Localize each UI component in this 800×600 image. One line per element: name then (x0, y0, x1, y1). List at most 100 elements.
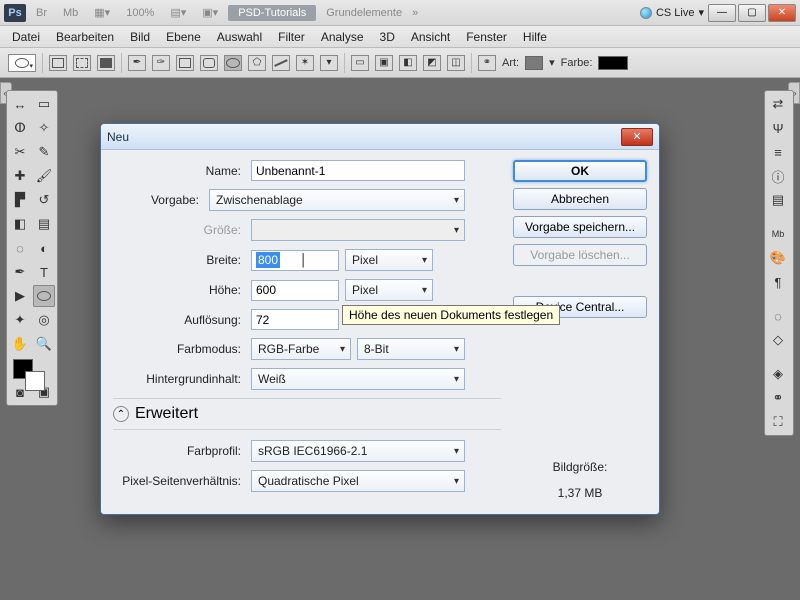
panel-other1-icon[interactable]: ◌ (767, 305, 789, 327)
screen-mode-button[interactable]: ▦▾ (88, 4, 116, 21)
color-swatch[interactable] (598, 56, 628, 70)
shape-tool-icon[interactable] (33, 285, 55, 307)
colorprofile-combo[interactable]: sRGB IEC61966-2.1 (251, 440, 465, 462)
foreground-background-colors[interactable] (9, 357, 55, 391)
move-tool-icon[interactable]: ↔ (9, 93, 31, 115)
clone-stamp-tool-icon[interactable]: ▛ (9, 189, 31, 211)
custom-shape-tool-icon[interactable]: ✶ (296, 55, 314, 71)
panel-diamond-icon[interactable]: ◈ (767, 363, 789, 385)
menu-fenster[interactable]: Fenster (458, 28, 515, 46)
healing-brush-tool-icon[interactable]: ✚ (9, 165, 31, 187)
menu-ansicht[interactable]: Ansicht (403, 28, 458, 46)
lasso-tool-icon[interactable]: ⵀ (9, 117, 31, 139)
rect-tool-icon[interactable] (176, 55, 194, 71)
panel-swatches-icon[interactable]: 🎨 (767, 247, 789, 269)
panel-linked-icon[interactable]: ⚭ (767, 387, 789, 409)
menu-bild[interactable]: Bild (122, 28, 158, 46)
zoom-level[interactable]: 100% (120, 5, 160, 21)
width-input[interactable]: 800│ (251, 250, 339, 271)
magic-wand-tool-icon[interactable]: ✧ (33, 117, 55, 139)
type-tool-icon[interactable]: T (33, 261, 55, 283)
menu-datei[interactable]: Datei (4, 28, 48, 46)
eyedropper-tool-icon[interactable]: ✎ (33, 141, 55, 163)
freeform-pen-icon[interactable]: ✑ (152, 55, 170, 71)
pen-icon[interactable]: ✒ (128, 55, 146, 71)
menu-ebene[interactable]: Ebene (158, 28, 209, 46)
hand-tool-icon[interactable]: ✋ (9, 333, 31, 355)
menu-hilfe[interactable]: Hilfe (515, 28, 555, 46)
panel-align-icon[interactable]: ≡ (767, 141, 789, 163)
pathop-new-icon[interactable]: ▭ (351, 55, 369, 71)
ellipse-tool-icon[interactable] (224, 55, 242, 71)
blur-tool-icon[interactable]: ◌ (9, 237, 31, 259)
pathop-sub-icon[interactable]: ◧ (399, 55, 417, 71)
dialog-close-button[interactable]: ✕ (621, 128, 653, 146)
pathop-add-icon[interactable]: ▣ (375, 55, 393, 71)
workspace-tutorials-button[interactable]: PSD-Tutorials (228, 5, 316, 21)
cancel-button[interactable]: Abbrechen (513, 188, 647, 210)
pathop-exclude-icon[interactable]: ◫ (447, 55, 465, 71)
dodge-tool-icon[interactable]: ◐ (33, 237, 55, 259)
extras-button[interactable]: ▤▾ (164, 4, 192, 21)
resolution-input[interactable] (251, 309, 339, 330)
pixelaspect-combo[interactable]: Quadratische Pixel (251, 470, 465, 492)
colormode-combo[interactable]: RGB-Farbe (251, 338, 351, 360)
topbar-br-button[interactable]: Br (30, 5, 53, 21)
eraser-tool-icon[interactable]: ◧ (9, 213, 31, 235)
shape-layer-mode-icon[interactable] (49, 55, 67, 71)
panel-usb-icon[interactable]: Ψ (767, 117, 789, 139)
3d-tool-icon[interactable]: ✦ (9, 309, 31, 331)
geometry-options-icon[interactable]: ▾ (320, 55, 338, 71)
path-select-tool-icon[interactable]: ▶ (9, 285, 31, 307)
link-icon[interactable]: ⚭ (478, 55, 496, 71)
line-tool-icon[interactable] (272, 55, 290, 71)
panel-paragraph-icon[interactable]: ¶ (767, 271, 789, 293)
width-unit-combo[interactable]: Pixel (345, 249, 433, 271)
panel-transform-icon[interactable]: ⛶ (767, 411, 789, 433)
background-color-swatch[interactable] (25, 371, 45, 391)
name-input[interactable] (251, 160, 465, 181)
preset-combo[interactable]: Zwischenablage (209, 189, 465, 211)
polygon-tool-icon[interactable]: ⬠ (248, 55, 266, 71)
fill-pixel-mode-icon[interactable] (97, 55, 115, 71)
art-style-swatch[interactable] (525, 56, 543, 70)
height-unit-combo[interactable]: Pixel (345, 279, 433, 301)
minimize-button[interactable]: — (708, 4, 736, 22)
ok-button[interactable]: OK (513, 160, 647, 182)
panel-mb-icon[interactable]: Mb (767, 223, 789, 245)
topbar-mb-button[interactable]: Mb (57, 5, 84, 21)
gradient-tool-icon[interactable]: ▤ (33, 213, 55, 235)
brush-tool-icon[interactable]: 🖌 (33, 165, 55, 187)
pathop-intersect-icon[interactable]: ◩ (423, 55, 441, 71)
bitdepth-combo[interactable]: 8-Bit (357, 338, 465, 360)
panel-adjust-icon[interactable]: ⇄ (767, 93, 789, 115)
pen-tool-icon[interactable]: ✒ (9, 261, 31, 283)
camera-tool-icon[interactable]: ◎ (33, 309, 55, 331)
menu-bearbeiten[interactable]: Bearbeiten (48, 28, 122, 46)
history-brush-tool-icon[interactable]: ↺ (33, 189, 55, 211)
current-tool-preset[interactable]: ▾ (8, 54, 36, 72)
marquee-tool-icon[interactable]: ▭ (33, 93, 55, 115)
workspace-more-icon[interactable]: » (412, 7, 418, 19)
menu-3d[interactable]: 3D (372, 28, 403, 46)
height-input[interactable] (251, 280, 339, 301)
panel-meta-icon[interactable]: ⓘ (767, 165, 789, 187)
dialog-titlebar[interactable]: Neu ✕ (101, 124, 659, 150)
panel-other2-icon[interactable]: ◇ (767, 329, 789, 351)
menu-analyse[interactable]: Analyse (313, 28, 372, 46)
cs-live-button[interactable]: CS Live ▾ (640, 6, 704, 19)
workspace-grund-button[interactable]: Grundelemente (320, 5, 408, 21)
panel-layers-icon[interactable]: ▤ (767, 189, 789, 211)
advanced-toggle[interactable]: ⌃ Erweitert (113, 398, 501, 430)
maximize-button[interactable]: ▢ (738, 4, 766, 22)
crop-tool-icon[interactable]: ✂ (9, 141, 31, 163)
save-preset-button[interactable]: Vorgabe speichern... (513, 216, 647, 238)
background-combo[interactable]: Weiß (251, 368, 465, 390)
zoom-tool-icon[interactable]: 🔍 (33, 333, 55, 355)
rounded-rect-tool-icon[interactable] (200, 55, 218, 71)
path-mode-icon[interactable] (73, 55, 91, 71)
close-button[interactable]: ✕ (768, 4, 796, 22)
menu-auswahl[interactable]: Auswahl (209, 28, 270, 46)
arrange-button[interactable]: ▣▾ (196, 4, 224, 21)
menu-filter[interactable]: Filter (270, 28, 313, 46)
